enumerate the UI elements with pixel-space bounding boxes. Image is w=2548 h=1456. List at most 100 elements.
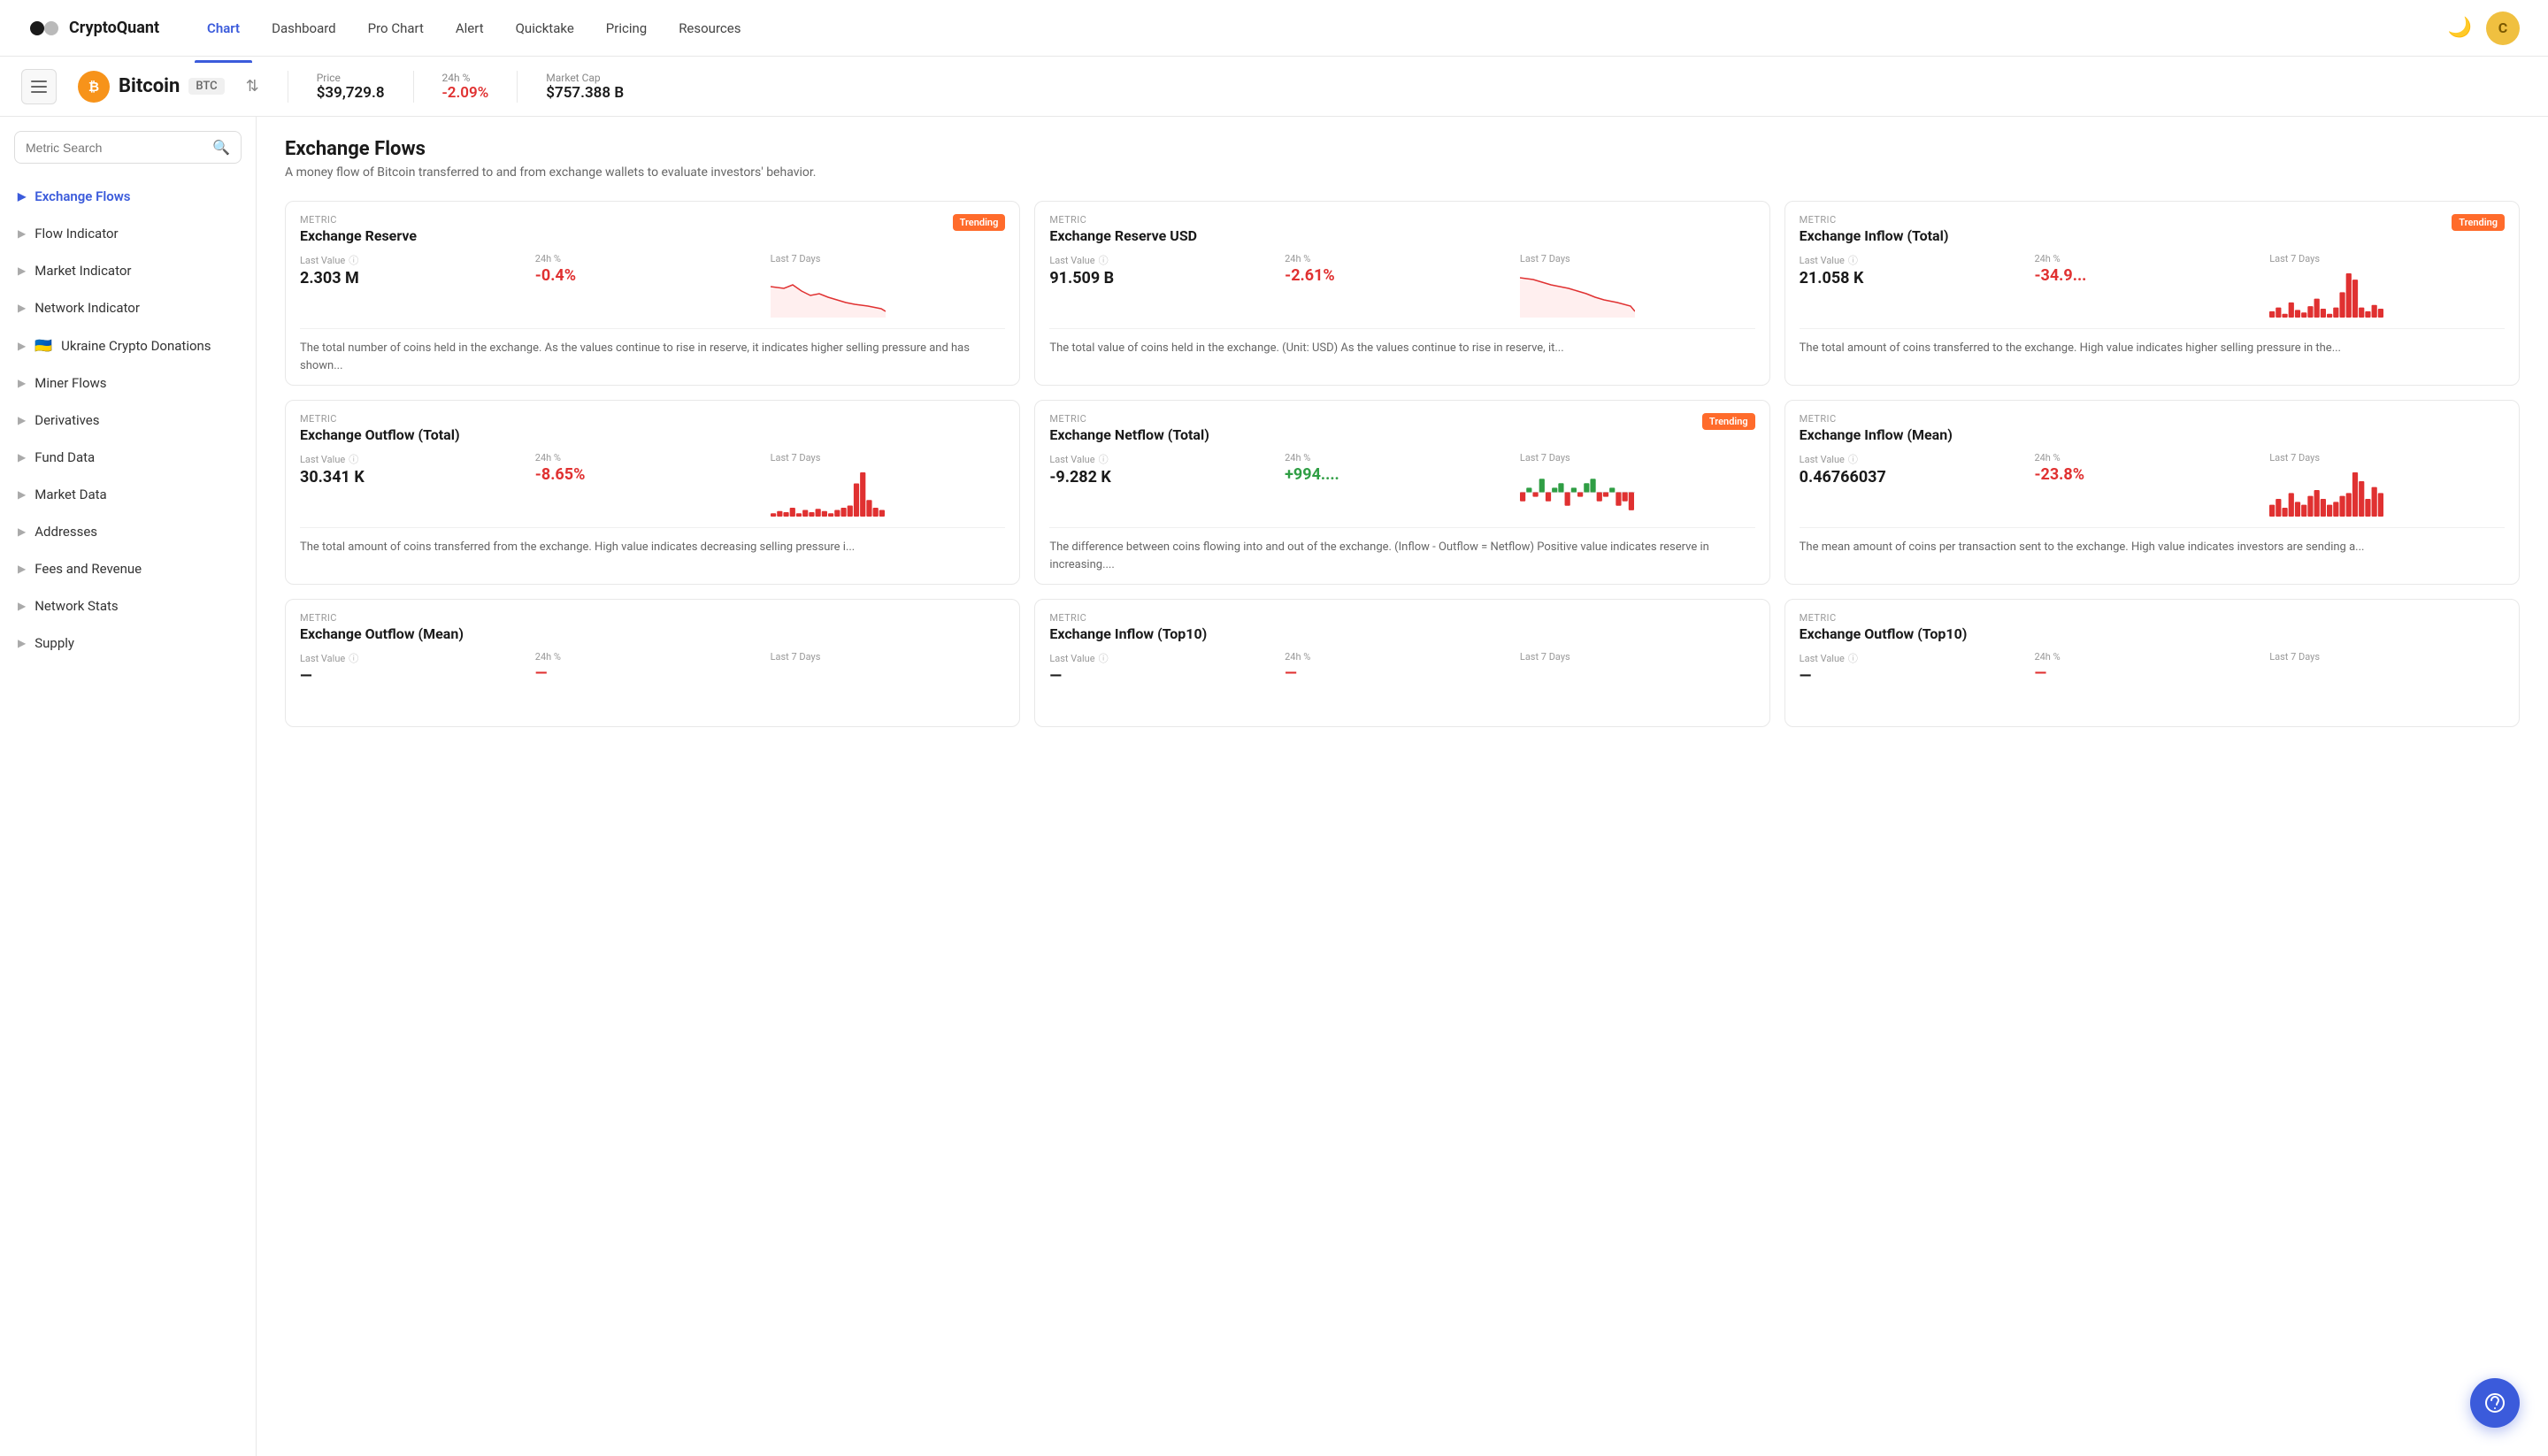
sidebar-item-addresses[interactable]: ▶ Addresses xyxy=(0,513,256,550)
stat-change: 24h % -2.61% xyxy=(1285,253,1520,285)
metric-card[interactable]: Metric Exchange Inflow (Total) Trending … xyxy=(1784,201,2520,386)
section-description: A money flow of Bitcoin transferred to a… xyxy=(285,165,2520,180)
metric-description: The total amount of coins transferred fr… xyxy=(286,528,1019,567)
sidebar-item-miner-flows[interactable]: ▶ Miner Flows xyxy=(0,364,256,402)
metric-card[interactable]: Metric Exchange Outflow (Total) Last Val… xyxy=(285,400,1020,585)
nav-pricing[interactable]: Pricing xyxy=(594,13,659,43)
stat-last-value: Last Value ⓘ 21.058 K xyxy=(1800,253,2035,287)
sidebar-item-label: Fees and Revenue xyxy=(35,561,142,577)
metric-card[interactable]: Metric Exchange Netflow (Total) Trending… xyxy=(1034,400,1769,585)
metric-name: Exchange Inflow (Top10) xyxy=(1049,625,1207,642)
metric-info: Metric Exchange Reserve USD xyxy=(1049,214,1197,244)
info-icon[interactable]: ⓘ xyxy=(1099,651,1109,665)
change-value: — xyxy=(535,664,771,683)
info-icon[interactable]: ⓘ xyxy=(1848,253,1858,267)
metric-info: Metric Exchange Inflow (Mean) xyxy=(1800,413,1953,443)
nav-chart[interactable]: Chart xyxy=(195,13,252,43)
sidebar-item-label: Exchange Flows xyxy=(35,188,130,204)
change-label: 24h % xyxy=(535,651,771,663)
last-value-label: Last Value ⓘ xyxy=(300,651,535,665)
metric-card-header: Metric Exchange Inflow (Total) Trending xyxy=(1785,202,2519,253)
swap-icon[interactable]: ⇅ xyxy=(246,77,259,96)
sidebar-item-market-data[interactable]: ▶ Market Data xyxy=(0,476,256,513)
metric-card[interactable]: Metric Exchange Inflow (Top10) Last Valu… xyxy=(1034,599,1769,727)
sidebar-item-label: Addresses xyxy=(35,524,97,540)
support-fab[interactable] xyxy=(2470,1378,2520,1428)
nav-alert[interactable]: Alert xyxy=(443,13,496,43)
sidebar-item-network-stats[interactable]: ▶ Network Stats xyxy=(0,587,256,625)
nav-pro-chart[interactable]: Pro Chart xyxy=(356,13,436,43)
stat-change: 24h % -23.8% xyxy=(2034,452,2269,484)
metric-stats: Last Value ⓘ 2.303 M 24h % -0.4% Last 7 … xyxy=(286,253,1019,328)
stat-chart: Last 7 Days xyxy=(771,651,1006,716)
info-icon[interactable]: ⓘ xyxy=(1848,651,1858,665)
sidebar-item-derivatives[interactable]: ▶ Derivatives xyxy=(0,402,256,439)
metric-card[interactable]: Metric Exchange Reserve USD Last Value ⓘ… xyxy=(1034,201,1769,386)
search-input[interactable] xyxy=(26,141,205,155)
chart-preview xyxy=(1520,264,1755,318)
marketcap-label: Market Cap xyxy=(546,72,624,84)
info-icon[interactable]: ⓘ xyxy=(349,651,358,665)
sidebar-item-ukraine-donations[interactable]: ▶ 🇺🇦 Ukraine Crypto Donations xyxy=(0,326,256,364)
chart-preview xyxy=(2269,264,2505,318)
stat-change: 24h % -0.4% xyxy=(535,253,771,285)
info-icon[interactable]: ⓘ xyxy=(349,452,358,466)
logo[interactable]: CryptoQuant xyxy=(28,12,159,44)
sidebar-item-fund-data[interactable]: ▶ Fund Data xyxy=(0,439,256,476)
metric-name: Exchange Inflow (Mean) xyxy=(1800,426,1953,443)
metric-name: Exchange Reserve USD xyxy=(1049,227,1197,244)
sidebar-item-flow-indicator[interactable]: ▶ Flow Indicator xyxy=(0,215,256,252)
arrow-icon: ▶ xyxy=(18,451,26,464)
metric-card-header: Metric Exchange Inflow (Mean) xyxy=(1785,401,2519,452)
stat-chart: Last 7 Days xyxy=(771,253,1006,318)
metric-name: Exchange Reserve xyxy=(300,227,417,244)
sidebar-item-label: Market Indicator xyxy=(35,263,131,279)
sidebar-toggle-button[interactable] xyxy=(21,69,57,104)
nav-dashboard[interactable]: Dashboard xyxy=(259,13,349,43)
stat-chart: Last 7 Days xyxy=(1520,452,1755,517)
chart-label: Last 7 Days xyxy=(2269,651,2505,663)
nav-quicktake[interactable]: Quicktake xyxy=(503,13,587,43)
info-icon[interactable]: ⓘ xyxy=(1848,452,1858,466)
sidebar-item-market-indicator[interactable]: ▶ Market Indicator xyxy=(0,252,256,289)
info-icon[interactable]: ⓘ xyxy=(1099,253,1109,267)
coin-info[interactable]: ₿ Bitcoin BTC xyxy=(78,71,225,103)
sidebar-item-label: Network Stats xyxy=(35,598,118,614)
metric-stats: Last Value ⓘ -9.282 K 24h % +994.... Las… xyxy=(1035,452,1769,527)
metric-card[interactable]: Metric Exchange Outflow (Mean) Last Valu… xyxy=(285,599,1020,727)
change-label: 24h % xyxy=(1285,651,1520,663)
coin-name: Bitcoin xyxy=(119,75,180,97)
sidebar: 🔍 ▶ Exchange Flows ▶ Flow Indicator ▶ Ma… xyxy=(0,117,257,1456)
metric-stats: Last Value ⓘ — 24h % — Last 7 Days xyxy=(1785,651,2519,726)
nav-resources[interactable]: Resources xyxy=(666,13,753,43)
avatar[interactable]: C xyxy=(2486,11,2520,45)
sidebar-item-network-indicator[interactable]: ▶ Network Indicator xyxy=(0,289,256,326)
chart-preview xyxy=(771,464,1006,517)
change-label: 24h % xyxy=(2034,253,2269,264)
theme-toggle[interactable]: 🌙 xyxy=(2448,17,2472,39)
search-box[interactable]: 🔍 xyxy=(14,131,242,164)
last-value: 30.341 K xyxy=(300,468,535,487)
stat-last-value: Last Value ⓘ -9.282 K xyxy=(1049,452,1285,487)
info-icon[interactable]: ⓘ xyxy=(1099,452,1109,466)
metric-card[interactable]: Metric Exchange Inflow (Mean) Last Value… xyxy=(1784,400,2520,585)
metric-name: Exchange Inflow (Total) xyxy=(1800,227,1949,244)
sidebar-item-fees-revenue[interactable]: ▶ Fees and Revenue xyxy=(0,550,256,587)
arrow-icon: ▶ xyxy=(18,227,26,240)
arrow-icon: ▶ xyxy=(18,563,26,575)
stat-last-value: Last Value ⓘ 2.303 M xyxy=(300,253,535,287)
info-icon[interactable]: ⓘ xyxy=(349,253,358,267)
metric-description: The total amount of coins transferred to… xyxy=(1785,329,2519,368)
sidebar-item-supply[interactable]: ▶ Supply xyxy=(0,625,256,662)
metric-card[interactable]: Metric Exchange Outflow (Top10) Last Val… xyxy=(1784,599,2520,727)
arrow-icon: ▶ xyxy=(18,264,26,277)
change-label: 24h % xyxy=(2034,452,2269,464)
change-value: -2.09% xyxy=(442,84,489,102)
sidebar-item-exchange-flows[interactable]: ▶ Exchange Flows xyxy=(0,178,256,215)
metric-stats: Last Value ⓘ — 24h % — Last 7 Days xyxy=(286,651,1019,726)
ticker-marketcap: Market Cap $757.388 B xyxy=(546,72,624,102)
metric-stats: Last Value ⓘ 0.46766037 24h % -23.8% Las… xyxy=(1785,452,2519,527)
header: CryptoQuant Chart Dashboard Pro Chart Al… xyxy=(0,0,2548,57)
chart-preview xyxy=(2269,663,2505,716)
metric-card[interactable]: Metric Exchange Reserve Trending Last Va… xyxy=(285,201,1020,386)
